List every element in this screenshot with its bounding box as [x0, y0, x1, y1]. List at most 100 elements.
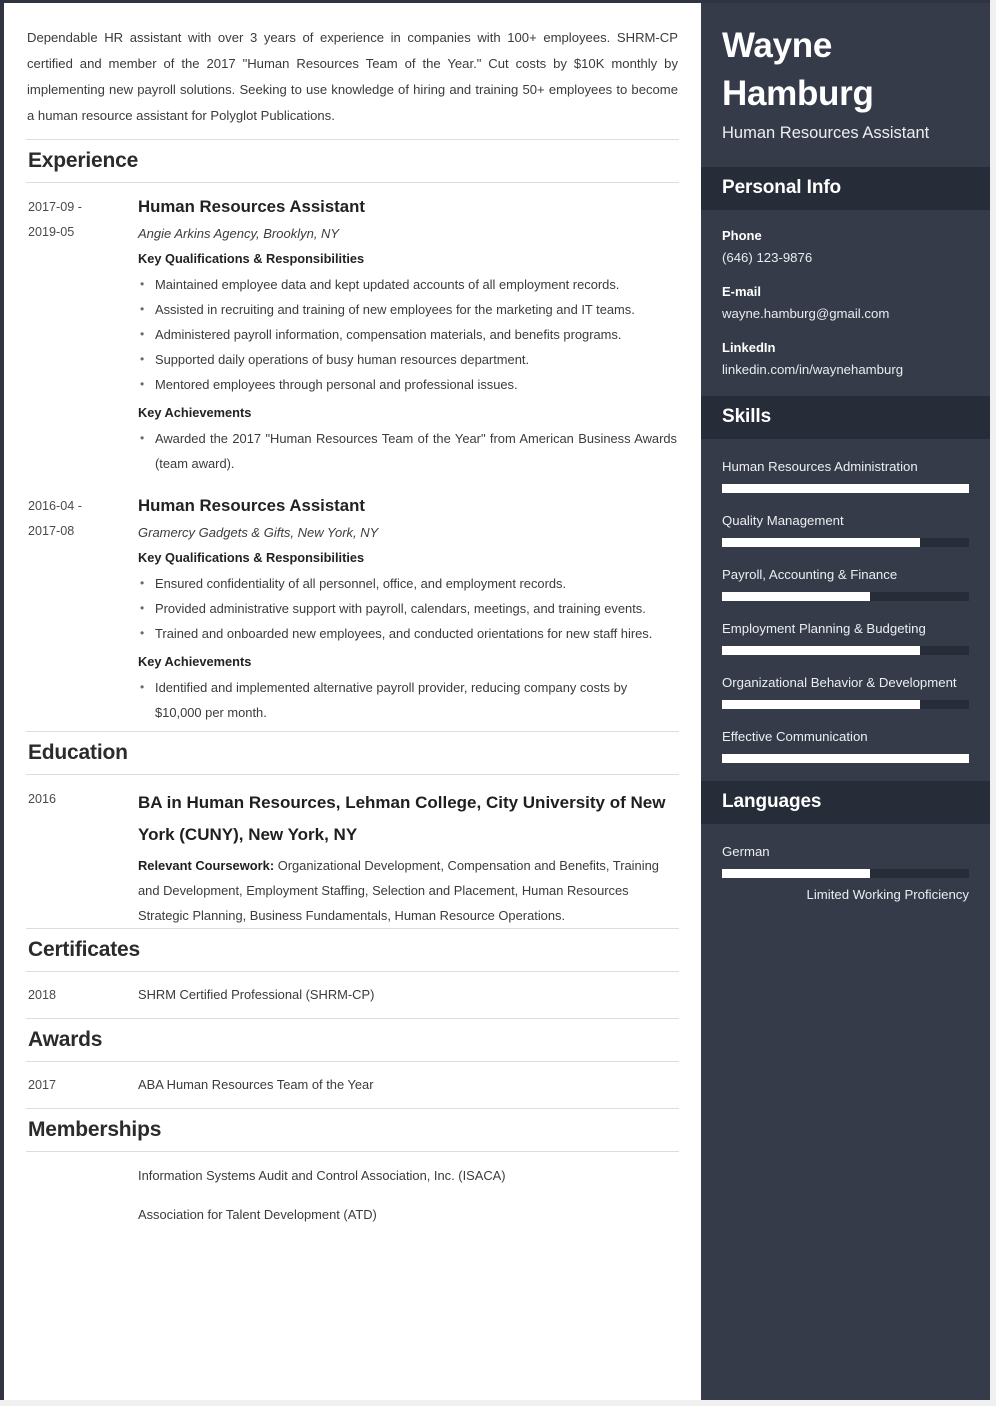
entry-body: Human Resources Assistant Angie Arkins A… — [138, 195, 679, 482]
job-title: Human Resources Assistant — [138, 496, 365, 515]
memberships-section: Memberships Information Systems Audit an… — [26, 1108, 679, 1235]
certificate-year: 2018 — [28, 988, 57, 1002]
membership-row: Information Systems Audit and Control As… — [26, 1166, 679, 1186]
experience-entry: 2016-04 - 2017-08 Human Resources Assist… — [26, 482, 679, 731]
relevant-coursework: Relevant Coursework: Organizational Deve… — [138, 853, 677, 928]
certificate-name: SHRM Certified Professional (SHRM-CP) — [138, 987, 375, 1002]
section-heading-education: Education — [26, 731, 679, 775]
list-item: Trained and onboarded new employees, and… — [138, 621, 677, 646]
skill-bar-fill — [722, 646, 920, 655]
language-bar-fill — [722, 869, 871, 878]
contact-email: E-mail wayne.hamburg@gmail.com — [722, 282, 969, 324]
sidebar-identity: Wayne Hamburg Human Resources Assistant — [701, 3, 990, 167]
contact-value[interactable]: (646) 123-9876 — [722, 248, 969, 268]
awards-section: Awards 2017 ABA Human Resources Team of … — [26, 1018, 679, 1108]
language-bar-track — [722, 869, 969, 878]
contact-label: Phone — [722, 228, 762, 243]
section-heading-certificates: Certificates — [26, 928, 679, 972]
skill-bar-track — [722, 538, 969, 547]
date-start: 2017-09 - — [28, 200, 82, 214]
skill-item: Effective Communication — [722, 725, 969, 763]
skill-label: Employment Planning & Budgeting — [722, 621, 926, 636]
qualifications-list: Ensured confidentiality of all personnel… — [138, 571, 677, 646]
language-label: German — [722, 844, 770, 859]
job-company-location: Angie Arkins Agency, Brooklyn, NY — [138, 226, 340, 241]
skill-bar-track — [722, 592, 969, 601]
job-title: Human Resources Assistant — [138, 197, 365, 216]
date-end: 2019-05 — [28, 225, 75, 239]
contact-value[interactable]: linkedin.com/in/waynehamburg — [722, 360, 969, 380]
award-year: 2017 — [28, 1078, 57, 1092]
list-item: Mentored employees through personal and … — [138, 372, 677, 397]
candidate-role: Human Resources Assistant — [722, 124, 930, 142]
education-section: Education 2016 BA in Human Resources, Le… — [26, 731, 679, 928]
sidebar-heading-languages: Languages — [701, 781, 990, 824]
skill-bar-fill — [722, 538, 920, 547]
skill-bar-fill — [722, 484, 969, 493]
education-entry: 2016 BA in Human Resources, Lehman Colle… — [26, 775, 679, 928]
skill-bar-fill — [722, 754, 969, 763]
sidebar: Wayne Hamburg Human Resources Assistant … — [701, 3, 990, 1400]
entry-body: Human Resources Assistant Gramercy Gadge… — [138, 494, 679, 731]
entry-body: BA in Human Resources, Lehman College, C… — [138, 787, 679, 928]
skill-item: Payroll, Accounting & Finance — [722, 563, 969, 601]
section-heading-awards: Awards — [26, 1018, 679, 1062]
skill-bar-track — [722, 700, 969, 709]
row-spacer — [26, 1166, 138, 1186]
award-row: 2017 ABA Human Resources Team of the Yea… — [26, 1062, 679, 1108]
qualifications-heading: Key Qualifications & Responsibilities — [138, 550, 365, 565]
languages-body: German Limited Working Proficiency — [701, 824, 990, 925]
entry-date-range: 2017-09 - 2019-05 — [26, 195, 138, 482]
skill-bar-track — [722, 646, 969, 655]
list-item: Provided administrative support with pay… — [138, 596, 677, 621]
award-name: ABA Human Resources Team of the Year — [138, 1077, 374, 1092]
membership-row: Association for Talent Development (ATD) — [26, 1205, 679, 1225]
sidebar-heading-personal-info: Personal Info — [701, 167, 990, 210]
section-heading-experience: Experience — [26, 139, 679, 183]
list-item: Administered payroll information, compen… — [138, 322, 677, 347]
section-heading-memberships: Memberships — [26, 1108, 679, 1152]
certificates-section: Certificates 2018 SHRM Certified Profess… — [26, 928, 679, 1018]
language-item: German Limited Working Proficiency — [722, 840, 969, 907]
contact-phone: Phone (646) 123-9876 — [722, 226, 969, 268]
degree-title: BA in Human Resources, Lehman College, C… — [138, 793, 666, 844]
skill-bar-fill — [722, 700, 920, 709]
sidebar-heading-skills: Skills — [701, 396, 990, 439]
skill-label: Payroll, Accounting & Finance — [722, 567, 898, 582]
achievements-list: Identified and implemented alternative p… — [138, 675, 677, 725]
skill-label: Quality Management — [722, 513, 844, 528]
resume-page: Dependable HR assistant with over 3 year… — [0, 0, 990, 1400]
list-item: Assisted in recruiting and training of n… — [138, 297, 677, 322]
contact-value[interactable]: wayne.hamburg@gmail.com — [722, 304, 969, 324]
membership-name: Association for Talent Development (ATD) — [138, 1207, 377, 1222]
list-item: Identified and implemented alternative p… — [138, 675, 677, 725]
membership-name: Information Systems Audit and Control As… — [138, 1168, 506, 1183]
entry-date: 2016 — [26, 787, 138, 928]
list-item: Supported daily operations of busy human… — [138, 347, 677, 372]
contact-label: LinkedIn — [722, 340, 776, 355]
contact-linkedin: LinkedIn linkedin.com/in/waynehamburg — [722, 338, 969, 380]
skill-label: Organizational Behavior & Development — [722, 675, 957, 690]
certificate-row: 2018 SHRM Certified Professional (SHRM-C… — [26, 972, 679, 1018]
job-company-location: Gramercy Gadgets & Gifts, New York, NY — [138, 525, 379, 540]
skill-label: Effective Communication — [722, 729, 868, 744]
skill-bar-track — [722, 754, 969, 763]
professional-summary: Dependable HR assistant with over 3 year… — [27, 30, 678, 123]
achievements-heading: Key Achievements — [138, 654, 252, 669]
candidate-name: Wayne Hamburg — [722, 26, 874, 113]
list-item: Awarded the 2017 "Human Resources Team o… — [138, 426, 677, 476]
skill-item: Organizational Behavior & Development — [722, 671, 969, 709]
education-year: 2016 — [28, 792, 57, 806]
row-spacer — [26, 1205, 138, 1225]
entry-date-range: 2016-04 - 2017-08 — [26, 494, 138, 731]
skill-bar-fill — [722, 592, 871, 601]
skill-label: Human Resources Administration — [722, 459, 918, 474]
personal-info-body: Phone (646) 123-9876 E-mail wayne.hambur… — [701, 210, 990, 396]
skill-item: Employment Planning & Budgeting — [722, 617, 969, 655]
contact-label: E-mail — [722, 284, 762, 299]
skill-item: Human Resources Administration — [722, 455, 969, 493]
experience-section: Experience 2017-09 - 2019-05 Human Resou… — [26, 139, 679, 731]
skill-item: Quality Management — [722, 509, 969, 547]
skills-body: Human Resources Administration Quality M… — [701, 439, 990, 781]
qualifications-list: Maintained employee data and kept update… — [138, 272, 677, 397]
